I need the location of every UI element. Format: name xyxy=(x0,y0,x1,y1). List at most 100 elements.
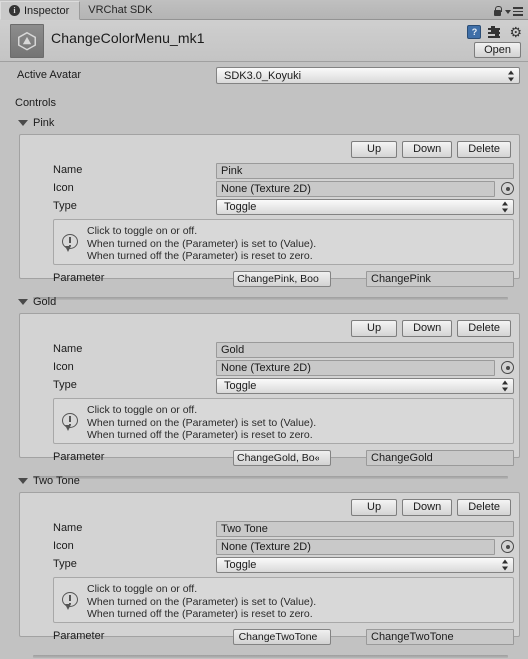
control-1-parameter-row: Parameter ChangeGold, Bo« ChangeGold xyxy=(20,450,519,467)
delete-button-0[interactable]: Delete xyxy=(457,141,511,158)
name-input-1[interactable]: Gold xyxy=(216,342,514,358)
chevron-down-icon xyxy=(505,9,511,14)
page-title: ChangeColorMenu_mk1 xyxy=(51,30,205,46)
control-2-button-row: Up Down Delete xyxy=(351,499,511,516)
help-text-2: Click to toggle on or off. When turned o… xyxy=(87,583,316,621)
type-label-2: Type xyxy=(53,558,77,570)
tab-vrchat-sdk[interactable]: VRChat SDK xyxy=(80,0,162,19)
object-header: ChangeColorMenu_mk1 ? ⚙ Open xyxy=(0,20,528,62)
tab-inspector[interactable]: i Inspector xyxy=(0,1,81,20)
help-line-3: When turned off the (Parameter) is reset… xyxy=(87,429,313,442)
updown-arrows-icon xyxy=(508,70,515,81)
warning-icon xyxy=(62,592,79,610)
up-button-1[interactable]: Up xyxy=(351,320,398,337)
unity-script-icon xyxy=(10,24,44,58)
control-2-parameter-row: Parameter ChangeTwoTone ChangeTwoTone xyxy=(20,629,519,646)
parameter-dropdown-value-0: ChangePink, Boo xyxy=(237,273,319,285)
type-dropdown-1[interactable]: Toggle xyxy=(216,378,514,394)
icon-label-0: Icon xyxy=(53,182,74,194)
menu-lines-icon xyxy=(513,7,523,16)
help-line-1: Click to toggle on or off. xyxy=(87,225,198,237)
foldout-control-2-label: Two Tone xyxy=(33,475,80,487)
active-avatar-row: Active Avatar SDK3.0_Koyuki xyxy=(0,67,528,85)
type-value-0: Toggle xyxy=(224,201,257,213)
name-input-2[interactable]: Two Tone xyxy=(216,521,514,537)
help-box-1: Click to toggle on or off. When turned o… xyxy=(53,398,514,444)
control-2-name-row: Name Two Tone xyxy=(20,521,519,538)
parameter-name-input-1[interactable]: ChangeGold xyxy=(366,450,514,466)
lock-icon[interactable] xyxy=(492,6,502,17)
type-dropdown-0[interactable]: Toggle xyxy=(216,199,514,215)
parameter-name-input-0[interactable]: ChangePink xyxy=(366,271,514,287)
help-line-2: When turned on the (Parameter) is set to… xyxy=(87,416,317,429)
active-avatar-dropdown[interactable]: SDK3.0_Koyuki xyxy=(216,67,520,84)
type-value-2: Toggle xyxy=(224,559,257,571)
object-picker-icon-2[interactable] xyxy=(501,540,514,553)
icon-object-field-0[interactable]: None (Texture 2D) xyxy=(216,181,495,197)
control-2-icon-row: Icon None (Texture 2D) xyxy=(20,539,519,556)
unity-logo-svg xyxy=(18,31,36,51)
control-0-parameter-row: Parameter ChangePink, Boo ChangePink xyxy=(20,271,519,288)
down-button-0[interactable]: Down xyxy=(402,141,453,158)
help-box-0: Click to toggle on or off. When turned o… xyxy=(53,219,514,265)
gear-icon[interactable]: ⚙ xyxy=(509,25,522,39)
inspector-body: Active Avatar SDK3.0_Koyuki Controls Pin… xyxy=(0,62,528,659)
preset-icon[interactable] xyxy=(488,25,502,39)
help-line-2: When turned on the (Parameter) is set to… xyxy=(87,595,317,608)
hamburger-menu-icon[interactable] xyxy=(505,7,523,16)
down-button-1[interactable]: Down xyxy=(402,320,453,337)
control-1-type-row: Type Toggle xyxy=(20,378,519,395)
object-picker-icon-1[interactable] xyxy=(501,361,514,374)
help-line-3: When turned off the (Parameter) is reset… xyxy=(87,250,313,263)
help-text-0: Click to toggle on or off. When turned o… xyxy=(87,225,316,263)
object-picker-icon-0[interactable] xyxy=(501,182,514,195)
down-button-2[interactable]: Down xyxy=(402,499,453,516)
active-avatar-label: Active Avatar xyxy=(17,69,81,81)
name-label-0: Name xyxy=(53,164,83,176)
block-divider-1 xyxy=(33,476,508,479)
foldout-control-2[interactable]: Two Tone xyxy=(18,475,80,487)
control-1-name-row: Name Gold xyxy=(20,342,519,359)
parameter-dropdown-2[interactable]: ChangeTwoTone xyxy=(233,629,331,645)
name-label-1: Name xyxy=(53,343,83,355)
foldout-control-0[interactable]: Pink xyxy=(18,117,54,129)
delete-button-1[interactable]: Delete xyxy=(457,320,511,337)
control-0-name-row: Name Pink xyxy=(20,163,519,180)
parameter-dropdown-value-1: ChangeGold, Bo« xyxy=(237,452,319,464)
parameter-label-0: Parameter xyxy=(53,272,105,284)
parameter-name-input-2[interactable]: ChangeTwoTone xyxy=(366,629,514,645)
triangle-down-icon xyxy=(18,478,28,484)
help-line-1: Click to toggle on or off. xyxy=(87,583,198,595)
parameter-label-2: Parameter xyxy=(53,630,105,642)
up-button-0[interactable]: Up xyxy=(351,141,398,158)
triangle-down-icon xyxy=(18,299,28,305)
help-text-1: Click to toggle on or off. When turned o… xyxy=(87,404,316,442)
help-box-2: Click to toggle on or off. When turned o… xyxy=(53,577,514,623)
up-button-2[interactable]: Up xyxy=(351,499,398,516)
type-dropdown-2[interactable]: Toggle xyxy=(216,557,514,573)
triangle-down-icon xyxy=(18,120,28,126)
icon-object-field-2[interactable]: None (Texture 2D) xyxy=(216,539,495,555)
open-button[interactable]: Open xyxy=(474,42,521,58)
name-input-0[interactable]: Pink xyxy=(216,163,514,179)
parameter-dropdown-1[interactable]: ChangeGold, Bo« xyxy=(233,450,331,466)
control-block-2: Up Down Delete Name Two Tone Icon None (… xyxy=(19,492,520,658)
foldout-control-1[interactable]: Gold xyxy=(18,296,56,308)
type-label-0: Type xyxy=(53,200,77,212)
control-block-0: Up Down Delete Name Pink Icon None (Text… xyxy=(19,134,520,300)
foldout-control-0-label: Pink xyxy=(33,117,55,129)
type-value-1: Toggle xyxy=(224,380,257,392)
icon-object-field-1[interactable]: None (Texture 2D) xyxy=(216,360,495,376)
active-avatar-value: SDK3.0_Koyuki xyxy=(224,69,302,82)
help-line-3: When turned off the (Parameter) is reset… xyxy=(87,608,313,621)
updown-arrows-icon xyxy=(502,559,509,571)
control-1-icon-row: Icon None (Texture 2D) xyxy=(20,360,519,377)
updown-arrows-icon xyxy=(502,380,509,392)
info-icon: i xyxy=(9,5,20,16)
name-label-2: Name xyxy=(53,522,83,534)
updown-arrows-icon xyxy=(502,201,509,213)
delete-button-2[interactable]: Delete xyxy=(457,499,511,516)
help-icon[interactable]: ? xyxy=(467,25,482,39)
parameter-dropdown-0[interactable]: ChangePink, Boo xyxy=(233,271,331,287)
block-divider-2 xyxy=(33,655,508,658)
